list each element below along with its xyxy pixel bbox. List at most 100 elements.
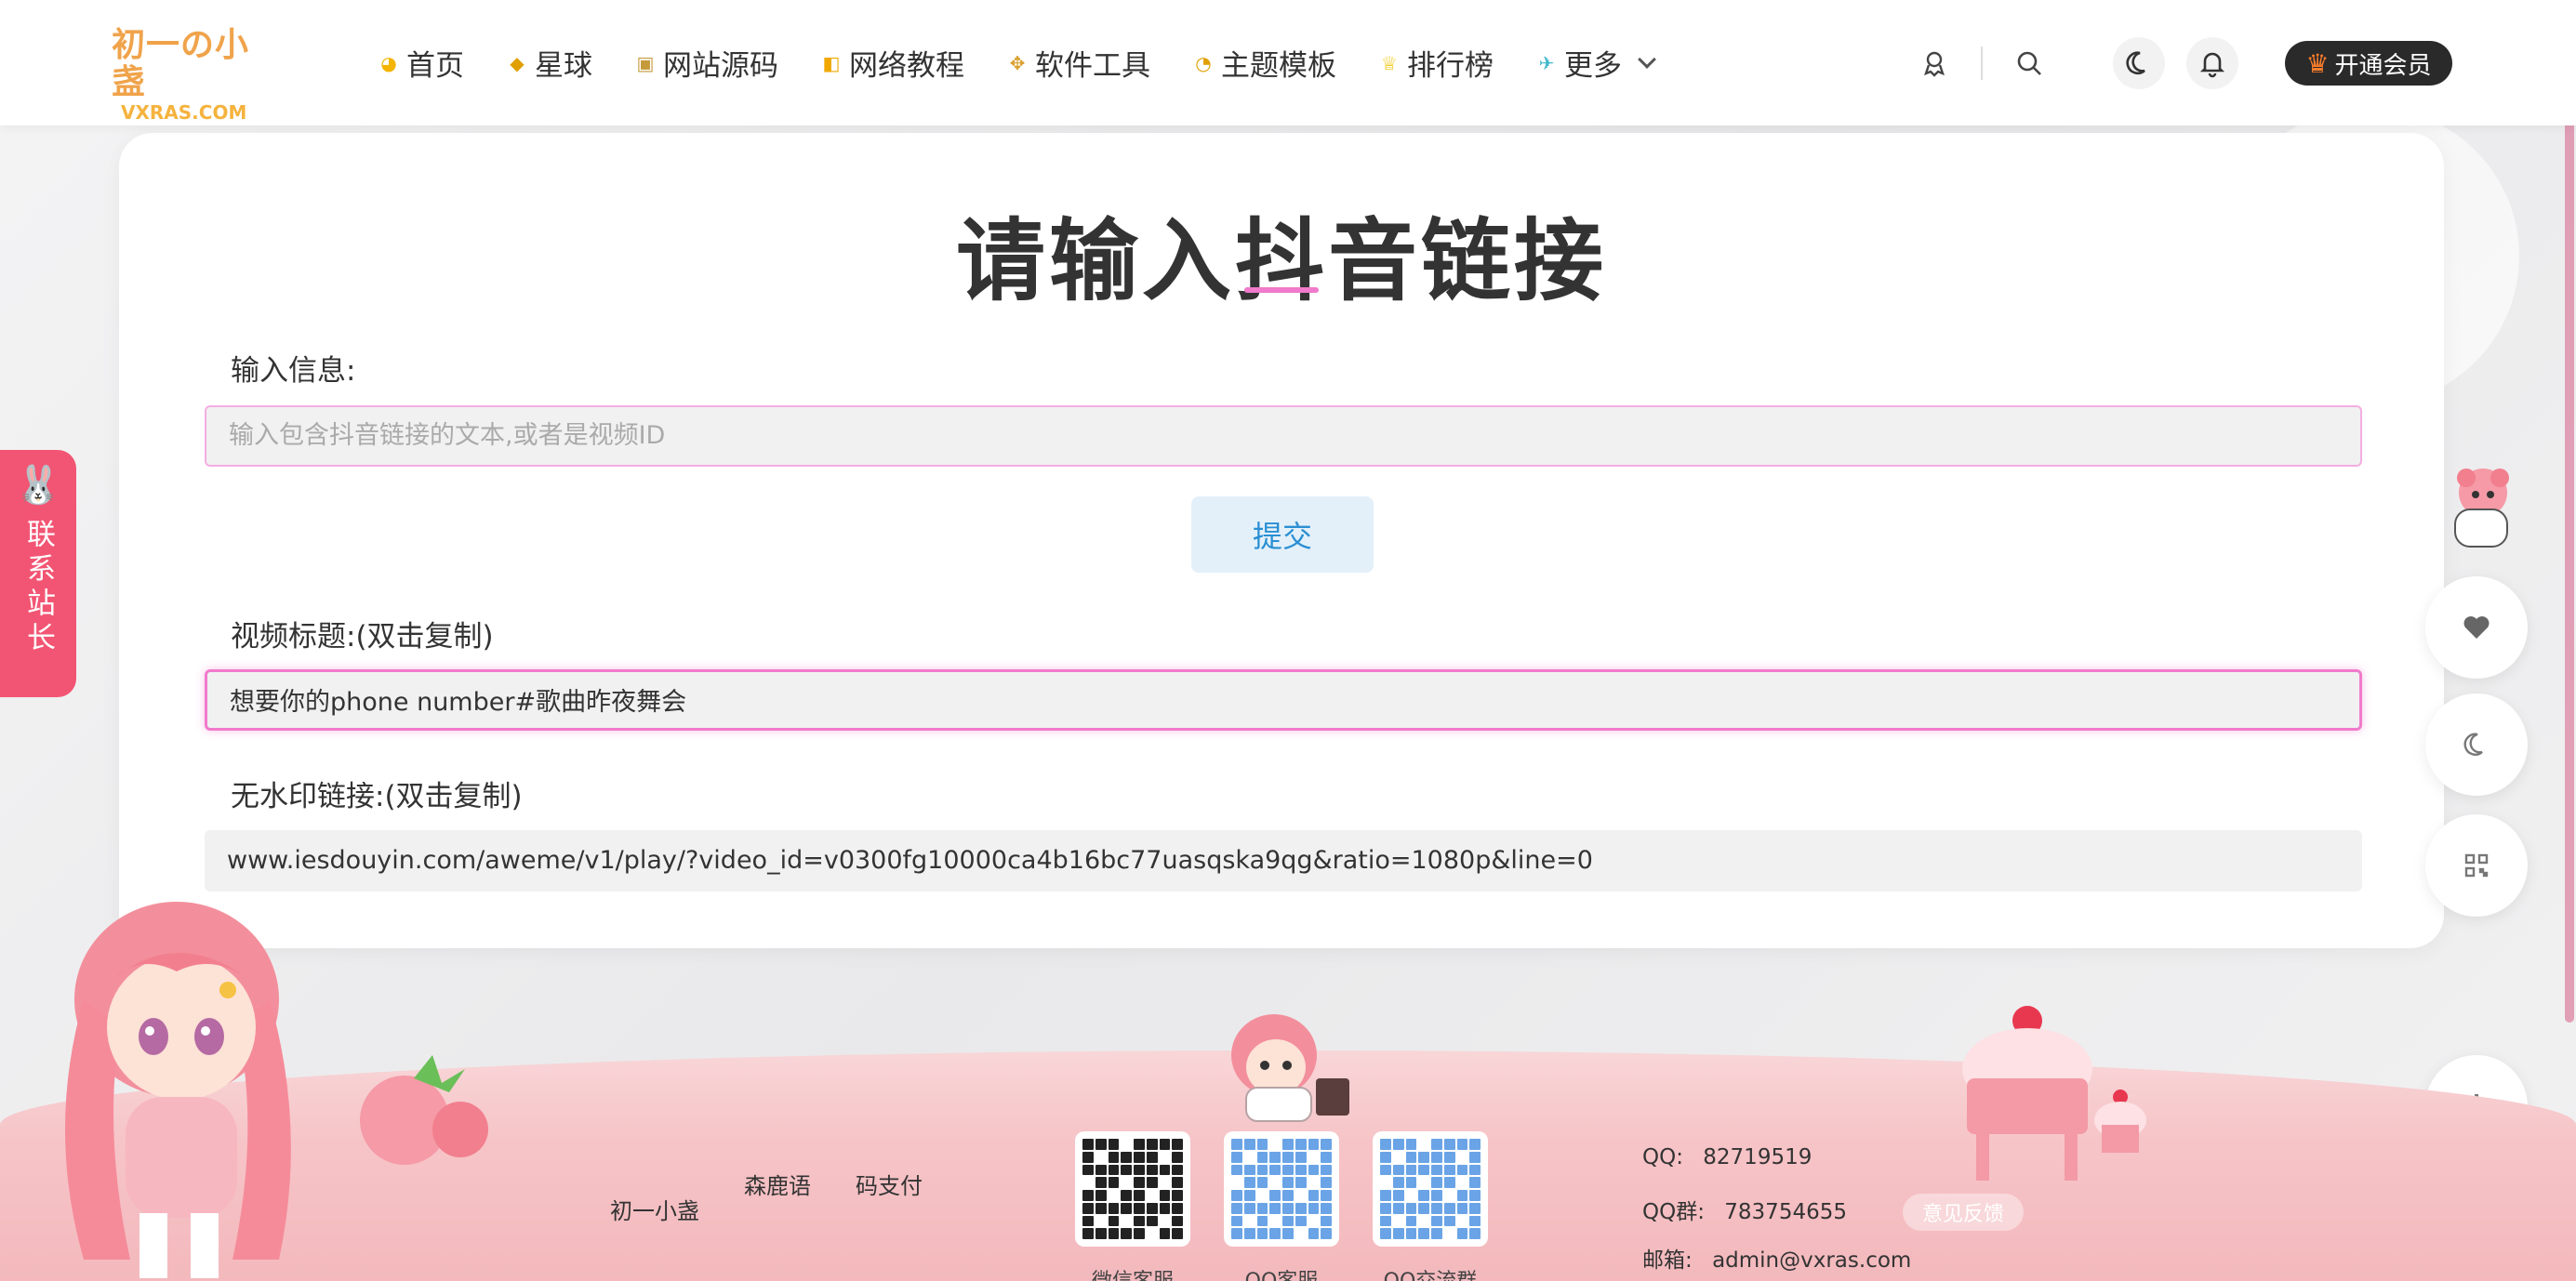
qr-module [1269,1216,1281,1227]
video-title-field[interactable]: 想要你的phone number#歌曲昨夜舞会 [205,669,2362,731]
footer-link-chuyixiaozhan[interactable]: 初一小盏 [610,1193,699,1225]
qr-module [1160,1177,1171,1188]
qr-module [1405,1164,1417,1176]
qr-module [1231,1228,1242,1239]
nav-item-ranking[interactable]: ♕ 排行榜 [1377,42,1494,84]
qr-module [1243,1164,1255,1176]
qr-module [1172,1177,1183,1188]
qq-service-qr [1224,1131,1339,1247]
qr-module [1243,1190,1255,1201]
qr-module [1121,1177,1132,1188]
nav-item-more[interactable]: ✈ 更多 [1534,42,1656,84]
theme-toggle-button[interactable] [2425,693,2528,796]
qr-module [1269,1177,1281,1188]
qr-module [1295,1228,1307,1239]
qr-module [1108,1164,1120,1176]
qr-module [1269,1202,1281,1214]
qr-module [1321,1151,1332,1163]
qr-module [1134,1190,1145,1201]
qr-module [1121,1164,1132,1176]
qr-module [1108,1202,1120,1214]
footer-link-senluyu[interactable]: 森鹿语 [744,1168,811,1200]
email-value[interactable]: admin@vxras.com [1712,1248,1911,1273]
qr-module [1431,1177,1442,1188]
contact-admin-tab[interactable]: 🐰 联系站长 [0,450,76,697]
qr-label-qq-group: QQ交流群 [1373,1264,1488,1281]
vip-button[interactable]: ♛ 开通会员 [2285,41,2452,86]
logo-text: 初一の小盏 [112,25,250,101]
qr-module [1095,1228,1107,1239]
nav-item-themes[interactable]: ◔ 主题模板 [1191,42,1336,84]
top-navigation: 初一の小盏 VXRAS.COM ◕ 首页 ◆ 星球 ▣ 网站源码 ◧ 网络教程 … [0,0,2576,125]
qr-module [1443,1151,1455,1163]
qr-module [1282,1177,1294,1188]
qq-group-label: QQ群: [1642,1200,1705,1224]
no-watermark-link-field[interactable]: www.iesdouyin.com/aweme/v1/play/?video_i… [205,830,2362,891]
feedback-button[interactable]: 意见反馈 [1903,1194,2024,1231]
qr-module [1308,1190,1320,1201]
qr-module [1282,1151,1294,1163]
qr-module [1159,1202,1171,1214]
user-icon[interactable] [1908,37,1960,89]
qr-module [1457,1152,1468,1163]
submit-button[interactable]: 提交 [1191,496,1374,573]
qr-module [1321,1202,1332,1214]
qr-module [1231,1164,1242,1176]
qr-module [1443,1215,1455,1227]
nav-item-label: 软件工具 [1035,49,1150,83]
qr-module [1456,1228,1468,1239]
qr-module [1380,1164,1391,1176]
qr-module [1146,1215,1158,1227]
qr-module [1418,1228,1429,1239]
qr-module [1469,1228,1481,1239]
qr-module [1121,1139,1132,1150]
qr-module [1172,1202,1183,1214]
qr-module [1147,1190,1158,1201]
qr-module [1431,1190,1442,1201]
qr-module [1256,1202,1268,1214]
qr-module [1418,1139,1429,1150]
qr-module [1469,1202,1481,1214]
footer-link-mazhifu[interactable]: 码支付 [856,1168,923,1200]
qr-module [1159,1190,1171,1201]
moon-icon [2463,733,2483,756]
qr-module [1172,1215,1183,1227]
nav-item-tutorials[interactable]: ◧ 网络教程 [819,42,964,84]
nav-item-home[interactable]: ◕ 首页 [377,42,464,84]
scrollbar[interactable] [2565,0,2574,1023]
douyin-link-input[interactable] [205,405,2362,467]
site-logo[interactable]: 初一の小盏 VXRAS.COM [112,25,251,124]
qr-module [1108,1151,1120,1163]
qr-module [1159,1228,1171,1239]
qr-module [1392,1202,1404,1214]
title-underline [1244,287,1319,293]
qr-code-button[interactable] [2425,814,2528,917]
tools-icon: ✥ [1009,51,1026,74]
qr-module [1256,1164,1268,1176]
qr-module [1160,1152,1171,1163]
qr-module [1095,1152,1107,1163]
qr-label-qq: QQ客服 [1224,1264,1339,1281]
qr-module [1392,1190,1404,1201]
search-icon[interactable] [2003,37,2055,89]
no-watermark-label: 无水印链接:(双击复制) [231,780,523,813]
qr-module [1121,1190,1132,1201]
qr-module [1231,1215,1242,1227]
nav-item-planet[interactable]: ◆ 星球 [505,42,592,84]
nav-item-tools[interactable]: ✥ 软件工具 [1005,42,1150,84]
qr-module [1172,1190,1183,1201]
qr-module [1269,1228,1281,1239]
favorite-button[interactable] [2425,576,2528,679]
dark-mode-icon[interactable] [2113,37,2165,89]
qr-module [1134,1139,1145,1150]
more-icon: ✈ [1538,51,1555,74]
nav-item-source-code[interactable]: ▣ 网站源码 [633,42,778,84]
notification-bell-icon[interactable] [2186,37,2238,89]
qr-module [1380,1151,1391,1163]
qq-value: 82719519 [1703,1145,1812,1169]
qr-module [1082,1228,1094,1239]
qr-label-wechat: 微信客服 [1075,1264,1190,1281]
qr-module [1095,1190,1107,1201]
qr-module [1146,1151,1158,1163]
qr-module [1443,1177,1455,1188]
